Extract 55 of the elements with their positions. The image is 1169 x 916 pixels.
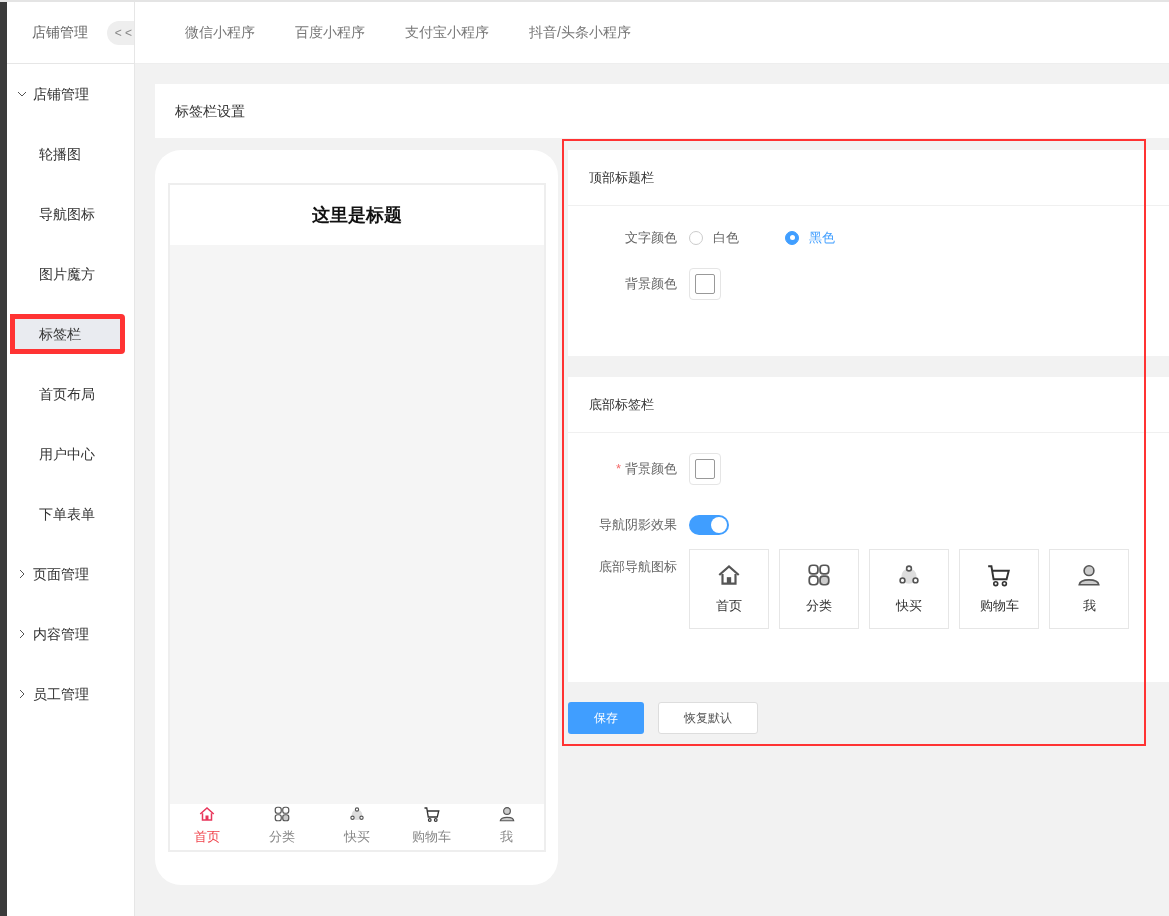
- tab-bar-item[interactable]: 购物车: [394, 804, 470, 850]
- nav-icon-card[interactable]: 分类: [779, 549, 859, 629]
- radio-option[interactable]: 白色: [689, 228, 739, 248]
- tab-bar-item[interactable]: 首页: [170, 804, 245, 850]
- sidebar-item[interactable]: 用户中心: [10, 434, 125, 474]
- color-picker[interactable]: [689, 267, 721, 300]
- tab-bar-item[interactable]: 快买: [319, 804, 395, 850]
- field-label: * 背景颜色: [614, 460, 677, 479]
- sidebar-item[interactable]: 标签栏: [10, 314, 125, 354]
- color-picker[interactable]: [689, 453, 721, 485]
- group-label: 店铺管理: [33, 84, 89, 104]
- grid-icon: [806, 562, 832, 589]
- field-label: 底部导航图标: [598, 558, 677, 576]
- group-label: 页面管理: [33, 564, 89, 584]
- group-label: 内容管理: [33, 624, 89, 644]
- tab-bar-item[interactable]: 分类: [244, 804, 320, 850]
- nav-icon-card[interactable]: 快买: [869, 549, 949, 629]
- chevron-right-icon: [17, 689, 27, 699]
- toggle-switch[interactable]: [689, 515, 729, 535]
- cart-icon: [422, 805, 441, 823]
- platform-tab[interactable]: 微信小程序: [165, 1, 275, 64]
- nav-icon-card[interactable]: 我: [1049, 549, 1129, 629]
- sidebar-group[interactable]: 页面管理: [7, 544, 134, 604]
- sidebar-title: 店铺管理: [32, 23, 88, 42]
- sidebar-item[interactable]: 轮播图: [10, 134, 125, 174]
- sidebar-group[interactable]: 店铺管理: [7, 64, 134, 124]
- sidebar-item[interactable]: 下单表单: [10, 494, 125, 534]
- reset-button[interactable]: 恢复默认: [658, 702, 758, 734]
- preview-title-bar: 这里是标题: [170, 185, 544, 245]
- sidebar-item[interactable]: 图片魔方: [10, 254, 125, 294]
- nav-icon-card[interactable]: 购物车: [959, 549, 1039, 629]
- chevron-right-icon: [17, 569, 27, 579]
- platform-tab[interactable]: 百度小程序: [275, 1, 385, 64]
- sidebar-item[interactable]: 导航图标: [10, 194, 125, 234]
- chevron-right-icon: [17, 629, 27, 639]
- user-icon: [497, 805, 516, 823]
- cart-icon: [986, 562, 1012, 589]
- nav-icon-card[interactable]: 首页: [689, 549, 769, 629]
- home-icon: [198, 805, 217, 823]
- platform-tab[interactable]: 抖音/头条小程序: [509, 1, 651, 64]
- sidebar-item[interactable]: 首页布局: [10, 374, 125, 414]
- field-label: 导航阴影效果: [598, 516, 677, 535]
- chevron-down-icon: [17, 89, 27, 99]
- user-icon: [1076, 562, 1102, 589]
- section-title: 顶部标题栏: [568, 150, 1169, 206]
- tab-bar-item[interactable]: 我: [469, 804, 544, 850]
- field-label: 背景颜色: [624, 274, 677, 293]
- sidebar-group[interactable]: 员工管理: [7, 664, 134, 724]
- platform-tab[interactable]: 支付宝小程序: [385, 1, 509, 64]
- section-title: 底部标签栏: [568, 377, 1169, 433]
- sidebar-group[interactable]: 内容管理: [7, 604, 134, 664]
- group-label: 员工管理: [33, 684, 89, 704]
- field-label: 文字颜色: [624, 229, 677, 247]
- page-title: 标签栏设置: [155, 84, 1169, 138]
- grid-icon: [273, 805, 292, 823]
